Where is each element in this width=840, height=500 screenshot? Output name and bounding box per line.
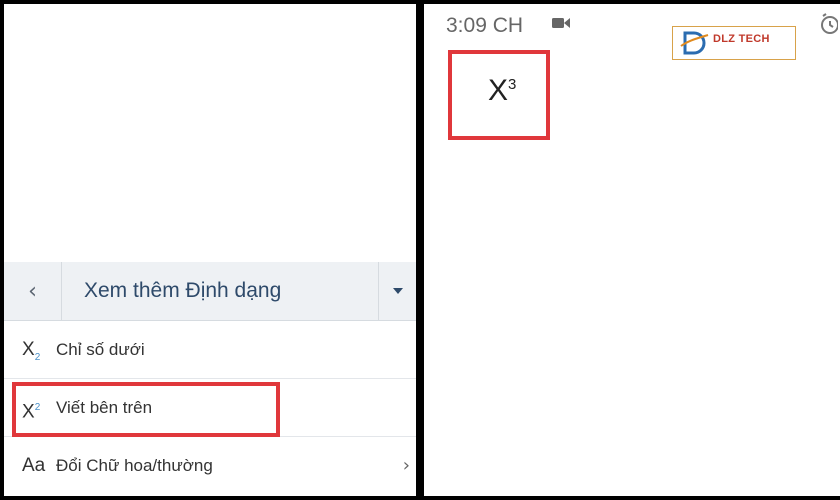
status-time: 3:09 CH bbox=[446, 14, 524, 37]
format-menu-header: ‹ Xem thêm Định dạng bbox=[4, 262, 416, 321]
brand-logo: DLZ TECH bbox=[672, 26, 796, 60]
menu-item-change-case[interactable]: Aa Đổi Chữ hoa/thường › bbox=[4, 437, 416, 495]
video-camera-icon bbox=[552, 18, 570, 28]
logo-text: DLZ TECH bbox=[713, 33, 770, 45]
alarm-clock-icon bbox=[821, 13, 838, 34]
menu-item-subscript[interactable]: X2 Chỉ số dưới bbox=[4, 321, 416, 379]
caret-down-icon bbox=[392, 288, 403, 294]
chevron-left-icon: ‹ bbox=[28, 278, 37, 304]
dropdown-button[interactable] bbox=[378, 262, 416, 320]
result-panel: 3:09 CH DLZ TECH X3 bbox=[424, 4, 840, 496]
change-case-icon: Aa bbox=[22, 455, 46, 476]
menu-title: Xem thêm Định dạng bbox=[84, 279, 282, 302]
format-menu-panel: ‹ Xem thêm Định dạng X2 Chỉ số dưới X2 V… bbox=[4, 4, 416, 496]
subscript-icon: X2 bbox=[22, 339, 41, 363]
logo-mark-icon bbox=[680, 31, 709, 55]
chevron-right-icon: › bbox=[402, 455, 410, 476]
menu-item-label: Đổi Chữ hoa/thường bbox=[56, 456, 213, 475]
highlight-box-result bbox=[448, 50, 550, 140]
back-button[interactable]: ‹ bbox=[4, 262, 62, 320]
menu-item-label: Chỉ số dưới bbox=[56, 340, 145, 359]
highlight-box-superscript bbox=[12, 382, 280, 437]
